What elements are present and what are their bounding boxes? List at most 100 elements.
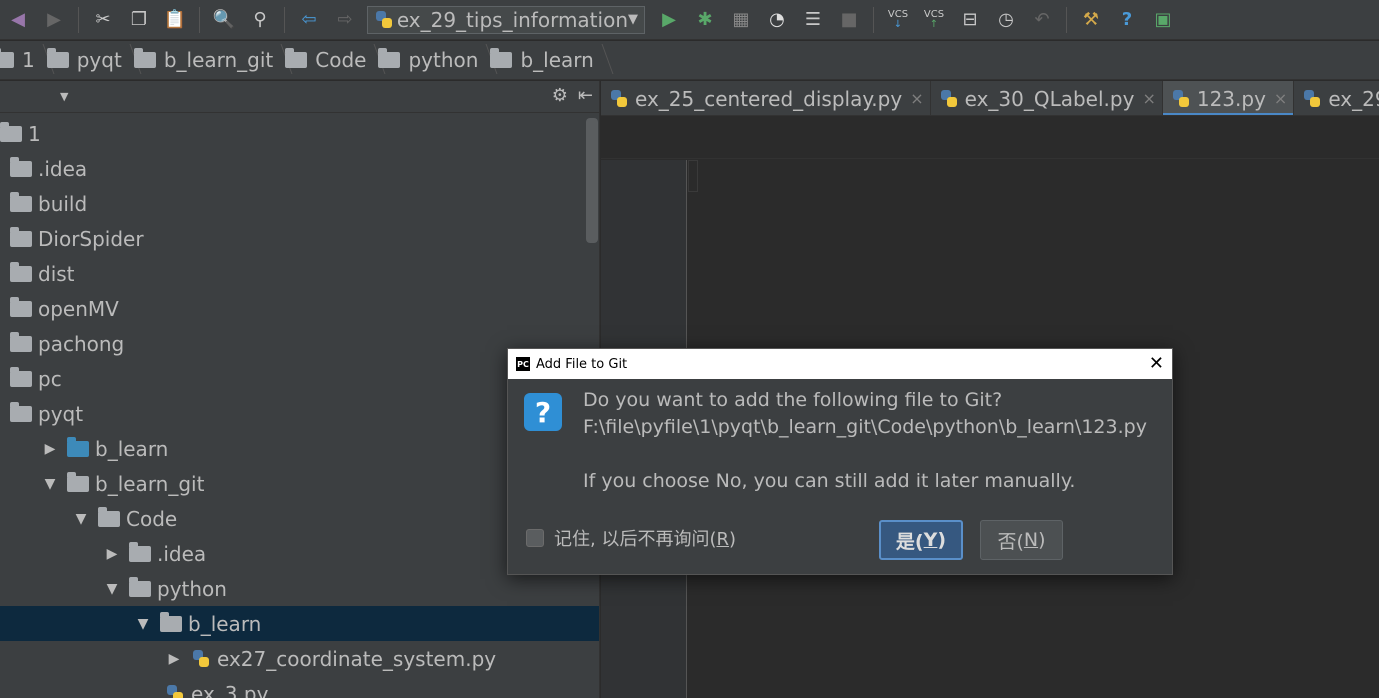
stop-icon[interactable]: ■ [834, 5, 864, 35]
profile-icon[interactable]: ◔ [762, 5, 792, 35]
toolbar-separator [78, 6, 79, 33]
close-tab-icon[interactable]: × [910, 89, 923, 108]
toolbar-separator [873, 6, 874, 33]
expanded-arrow-icon[interactable]: ▼ [39, 476, 61, 492]
tab-label: ex_25_centered_display.py [635, 86, 903, 111]
tree-item-label: pc [38, 366, 62, 391]
breadcrumb-label: b_learn_git [163, 48, 274, 72]
no-label-end: ) [1038, 529, 1046, 551]
sdk-icon[interactable]: ▣ [1148, 5, 1178, 35]
redo-icon[interactable]: ▶ [39, 5, 69, 35]
breadcrumb-label: pyqt [76, 48, 122, 72]
editor-tab[interactable]: ex_25_centered_display.py × [601, 81, 931, 115]
tree-row[interactable]: openMV [0, 291, 599, 326]
tree-row[interactable]: dist [0, 256, 599, 291]
tree-row[interactable]: .idea [0, 151, 599, 186]
dialog-message-line3: If you choose No, you can still add it l… [583, 470, 1076, 492]
tree-row[interactable]: ▶ ex27_coordinate_system.py [0, 641, 599, 676]
run-configuration-select[interactable]: ex_29_tips_information ▼ [367, 5, 645, 34]
run-configuration-label: ex_29_tips_information [396, 7, 628, 32]
tree-row[interactable]: ex_3.py [0, 676, 599, 698]
expanded-arrow-icon[interactable]: ▼ [70, 511, 92, 527]
folder-icon [98, 506, 120, 527]
project-scrollbar[interactable] [586, 118, 598, 243]
breadcrumb-label: python [408, 48, 479, 72]
folder-icon [10, 226, 32, 247]
tree-row[interactable]: build [0, 186, 599, 221]
tree-row[interactable]: DiorSpider [0, 221, 599, 256]
folder-icon [129, 541, 151, 562]
tree-item-label: openMV [38, 296, 119, 321]
folder-icon [10, 261, 32, 282]
folder-icon [10, 296, 32, 317]
forward-icon[interactable]: ⇨ [330, 5, 360, 35]
dialog-message-line1: Do you want to add the following file to… [583, 389, 1003, 411]
dialog-title-bar: PC Add File to Git ✕ [508, 349, 1172, 379]
find-icon[interactable]: 🔍 [209, 5, 239, 35]
editor-tab[interactable]: ex_30_QLabel.py × [931, 81, 1163, 115]
vcs-history-icon[interactable]: ◷ [991, 5, 1021, 35]
tree-item-label: pyqt [38, 401, 84, 426]
breadcrumb-item[interactable]: b_learn_git [133, 48, 281, 72]
paste-icon[interactable]: 📋 [160, 5, 190, 35]
breadcrumb-item[interactable]: pyqt [46, 48, 130, 72]
help-icon[interactable]: ? [1112, 5, 1142, 35]
python-file-icon [939, 88, 959, 110]
tab-label: 123.py [1196, 86, 1266, 111]
tree-item-label: b_learn [95, 436, 169, 461]
undo-icon[interactable]: ◀ [3, 5, 33, 35]
vcs-commit-icon[interactable]: VCS ↑ [919, 5, 949, 35]
expanded-arrow-icon[interactable]: ▼ [101, 581, 123, 597]
navigation-breadcrumb: 1 pyqt b_learn_git Code python b_learn [0, 41, 1379, 80]
close-icon[interactable]: ✕ [1149, 353, 1164, 374]
folder-icon [67, 436, 89, 457]
build-icon[interactable]: ☰ [798, 5, 828, 35]
debug-icon[interactable]: ✱ [690, 5, 720, 35]
expanded-arrow-icon[interactable]: ▼ [132, 616, 154, 632]
collapse-panel-icon[interactable]: ⇤ [578, 85, 593, 106]
collapsed-arrow-icon[interactable]: ▶ [39, 441, 61, 457]
tree-row[interactable]: ▼ python [0, 571, 599, 606]
gear-icon[interactable]: ⚙ [552, 85, 568, 106]
close-tab-icon[interactable]: × [1142, 89, 1155, 108]
no-button[interactable]: 否(N) [980, 520, 1063, 560]
collapsed-arrow-icon[interactable]: ▶ [163, 651, 185, 667]
editor-caret [688, 160, 698, 192]
vcs-revert-icon[interactable]: ↶ [1027, 5, 1057, 35]
tree-row[interactable]: 1 [0, 116, 599, 151]
run-icon[interactable]: ▶ [654, 5, 684, 35]
tree-row[interactable]: ▼ b_learn [0, 606, 599, 641]
breadcrumb-item[interactable]: Code [285, 48, 374, 72]
remember-label-end: ) [728, 529, 737, 550]
folder-icon [129, 576, 151, 597]
python-file-icon [165, 683, 185, 698]
vcs-compare-icon[interactable]: ⊟ [955, 5, 985, 35]
question-icon: ? [524, 393, 562, 431]
back-icon[interactable]: ⇦ [294, 5, 324, 35]
settings-icon[interactable]: ⚒ [1076, 5, 1106, 35]
copy-icon[interactable]: ❐ [124, 5, 154, 35]
breadcrumb-label: Code [315, 48, 367, 72]
collapsed-arrow-icon[interactable]: ▶ [101, 546, 123, 562]
vcs-update-icon[interactable]: VCS ↓ [883, 5, 913, 35]
tree-item-label: .idea [157, 541, 207, 566]
remember-checkbox-row[interactable]: 记住, 以后不再询问(R) [526, 525, 736, 551]
python-file-icon [1171, 88, 1191, 110]
editor-tab[interactable]: ex_29_ [1294, 81, 1379, 115]
toolbar-separator [1066, 6, 1067, 33]
python-file-icon [609, 88, 629, 110]
chevron-down-icon[interactable]: ▼ [60, 90, 68, 103]
editor-tab[interactable]: 123.py × [1162, 81, 1295, 115]
tree-item-label: b_learn [188, 611, 262, 636]
add-file-to-git-dialog: PC Add File to Git ✕ ? Do you want to ad… [507, 348, 1173, 575]
yes-button[interactable]: 是(Y) [879, 520, 963, 560]
breadcrumb-item[interactable]: b_learn [490, 48, 601, 72]
replace-icon[interactable]: ⚲ [245, 5, 275, 35]
cut-icon[interactable]: ✂ [88, 5, 118, 35]
breadcrumb-item[interactable]: 1 [0, 48, 43, 72]
coverage-icon[interactable]: ▦ [726, 5, 756, 35]
remember-checkbox[interactable] [526, 529, 544, 547]
breadcrumb-item[interactable]: python [378, 48, 486, 72]
vcs-update-label: VCS [887, 8, 909, 20]
close-tab-icon[interactable]: × [1274, 89, 1287, 108]
